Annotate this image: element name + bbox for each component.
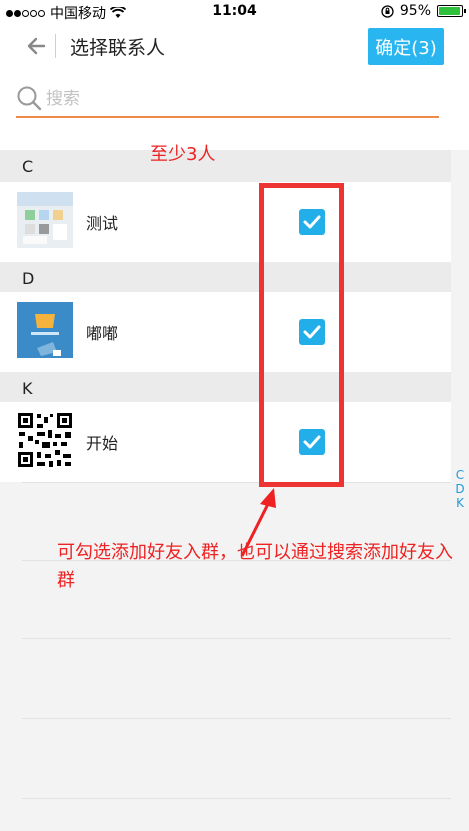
contact-name: 开始 xyxy=(86,434,119,453)
index-letter-k[interactable]: K xyxy=(451,496,469,510)
page-title: 选择联系人 xyxy=(70,37,166,59)
index-letter-d[interactable]: D xyxy=(451,482,469,496)
battery-icon xyxy=(437,5,466,17)
search-underline xyxy=(16,116,439,118)
avatar xyxy=(17,192,73,248)
search-bar xyxy=(0,70,469,150)
qr-code-avatar xyxy=(17,412,73,468)
avatar xyxy=(17,302,73,358)
nav-divider xyxy=(55,34,56,58)
contact-row-ceshi[interactable]: 测试 xyxy=(0,182,451,262)
contact-name: 嘟嘟 xyxy=(86,324,119,343)
back-arrow-icon[interactable] xyxy=(20,32,48,60)
section-letter: D xyxy=(22,269,35,288)
nav-bar: 选择联系人 确定(3) xyxy=(0,22,469,70)
annotation-highlight-box xyxy=(259,183,344,487)
list-divider xyxy=(22,798,451,799)
section-letter: C xyxy=(22,157,34,176)
search-input[interactable] xyxy=(46,87,426,111)
annotation-min-note: 至少3人 xyxy=(150,144,216,165)
battery-percent: 95% xyxy=(399,3,431,19)
section-header-c: C xyxy=(0,150,451,182)
list-divider xyxy=(22,638,451,639)
index-letter-c[interactable]: C xyxy=(451,468,469,482)
search-icon xyxy=(17,86,42,111)
confirm-button[interactable]: 确定(3) xyxy=(368,28,444,65)
status-right: 95% xyxy=(381,3,466,19)
section-header-d: D xyxy=(0,262,451,294)
contact-name: 测试 xyxy=(86,214,119,233)
list-divider xyxy=(22,718,451,719)
contact-row-kaishi[interactable]: 开始 xyxy=(0,402,451,482)
section-letter: K xyxy=(22,379,33,398)
alphabet-index-bar[interactable]: C D K xyxy=(451,468,469,510)
orientation-lock-icon xyxy=(381,4,394,18)
contact-row-dudu[interactable]: 嘟嘟 xyxy=(0,292,451,372)
annotation-hint: 可勾选添加好友入群，也可以通过搜索添加好友入群 xyxy=(57,542,453,591)
status-bar: 中国移动 11:04 95% xyxy=(0,0,469,22)
section-header-k: K xyxy=(0,372,451,404)
